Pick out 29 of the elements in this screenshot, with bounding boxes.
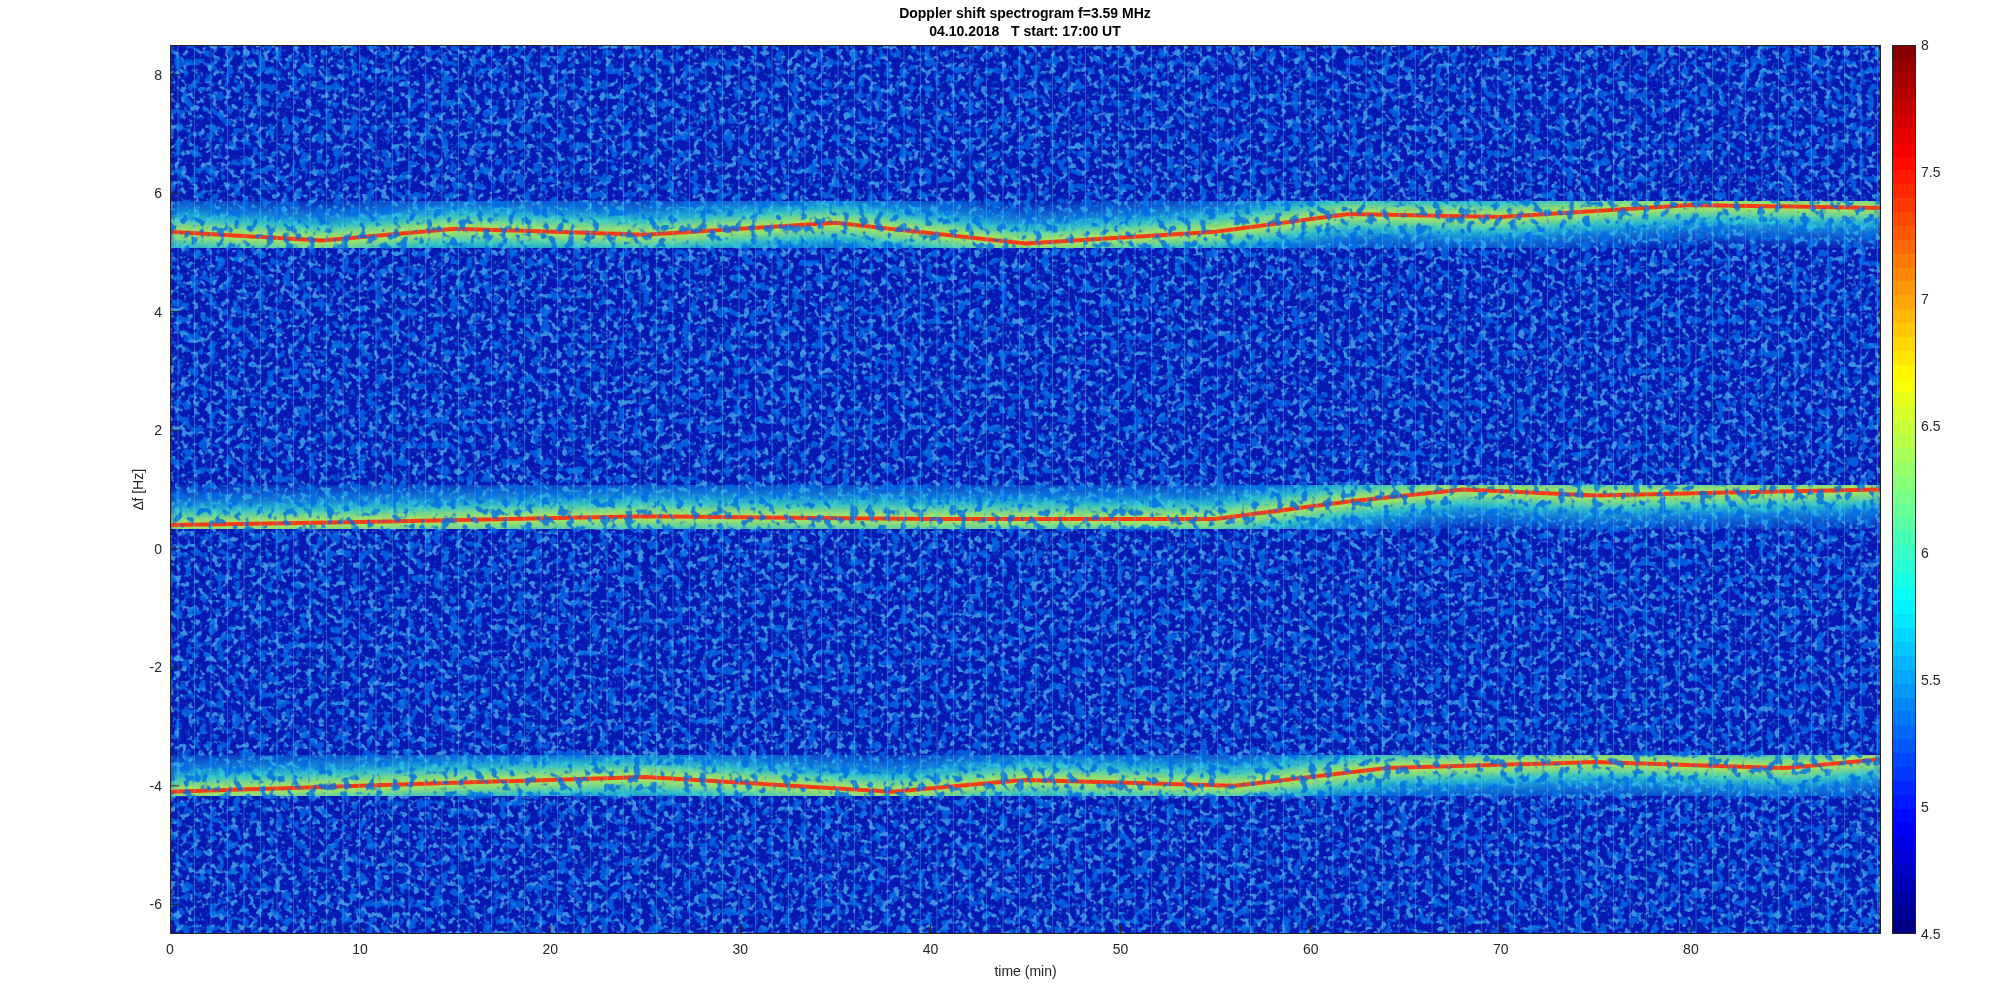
y-axis-tick-label: 8 — [154, 66, 162, 83]
colorbar-tick-label: 7 — [1921, 291, 1929, 307]
y-axis-tick-label: 6 — [154, 185, 162, 202]
x-axis-label: time (min) — [994, 963, 1057, 979]
figure-subtitle: 04.10.2018 T start: 17:00 UT — [929, 23, 1121, 39]
x-axis-tick-label: 60 — [1302, 941, 1319, 957]
y-axis-tick-label: -6 — [149, 896, 162, 913]
colorbar-tick-label: 4.5 — [1921, 926, 1941, 942]
figure-title: Doppler shift spectrogram f=3.59 MHz — [899, 5, 1151, 21]
colorbar-tick-label: 6.5 — [1921, 418, 1941, 434]
x-axis-tick-label: 20 — [542, 941, 558, 957]
y-axis-tick-label: 0 — [154, 540, 162, 557]
y-axis-label: ∆f [Hz] — [130, 468, 146, 511]
x-axis-tick-label: 80 — [1683, 941, 1699, 957]
x-axis-tick-label: 70 — [1493, 941, 1509, 957]
y-axis-tick-label: -2 — [149, 659, 162, 676]
colorbar-tick-label: 7.5 — [1921, 164, 1941, 180]
colorbar-tick-label: 8 — [1921, 37, 1929, 53]
x-axis-tick-label: 50 — [1112, 941, 1129, 957]
y-axis-tick-label: -4 — [149, 777, 162, 794]
colorbar-tick-label: 5 — [1921, 799, 1929, 815]
colorbar-tick-label: 6 — [1921, 545, 1929, 561]
x-axis-tick-label: 30 — [732, 941, 749, 957]
y-axis-tick-label: 2 — [154, 422, 162, 439]
x-axis-tick-label: 40 — [922, 941, 939, 957]
x-axis-tick-label: 10 — [352, 941, 368, 957]
x-axis-tick-label: 0 — [166, 941, 174, 957]
y-axis-tick-label: 4 — [154, 303, 162, 320]
colorbar-tick-label: 5.5 — [1921, 672, 1941, 688]
